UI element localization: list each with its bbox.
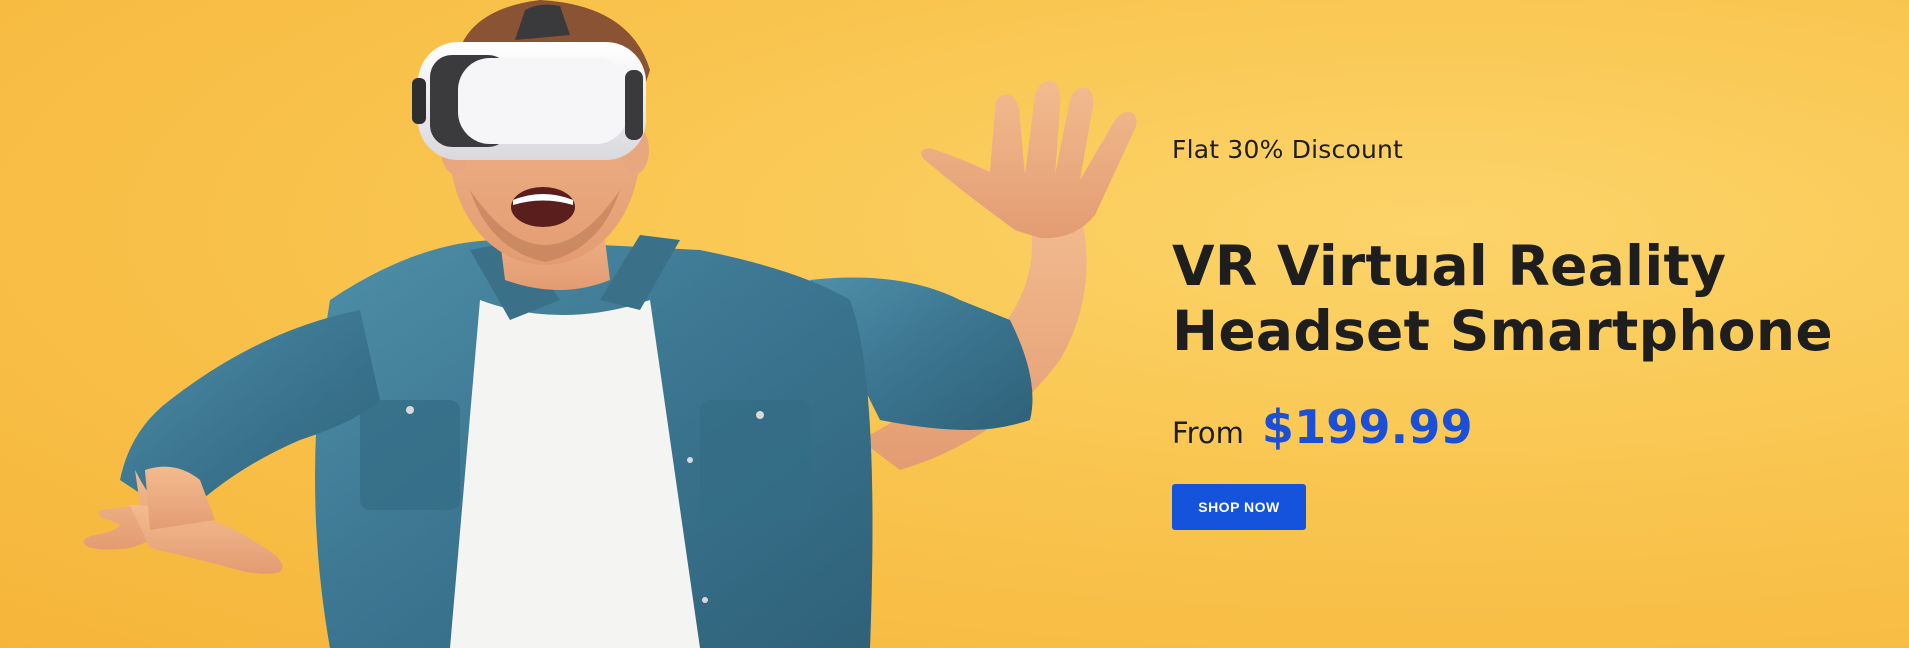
price-value: $199.99 [1261,400,1473,454]
product-title-line-1: VR Virtual Reality [1172,234,1727,298]
discount-label: Flat 30% Discount [1172,135,1404,164]
hero-banner: Flat 30% Discount VR Virtual Reality Hea… [0,0,1909,648]
promo-panel: Flat 30% Discount VR Virtual Reality Hea… [1172,136,1852,530]
shop-now-button[interactable]: SHOP NOW [1172,484,1306,530]
product-title: VR Virtual Reality Headset Smartphone [1172,234,1852,384]
price-prefix: From [1172,416,1244,450]
vr-man-image [83,0,1137,648]
product-title-line-2: Headset Smartphone [1172,299,1833,363]
product-title-text: VR Virtual Reality Headset Smartphone [1172,234,1833,364]
price-row: From $199.99 [1172,400,1852,454]
